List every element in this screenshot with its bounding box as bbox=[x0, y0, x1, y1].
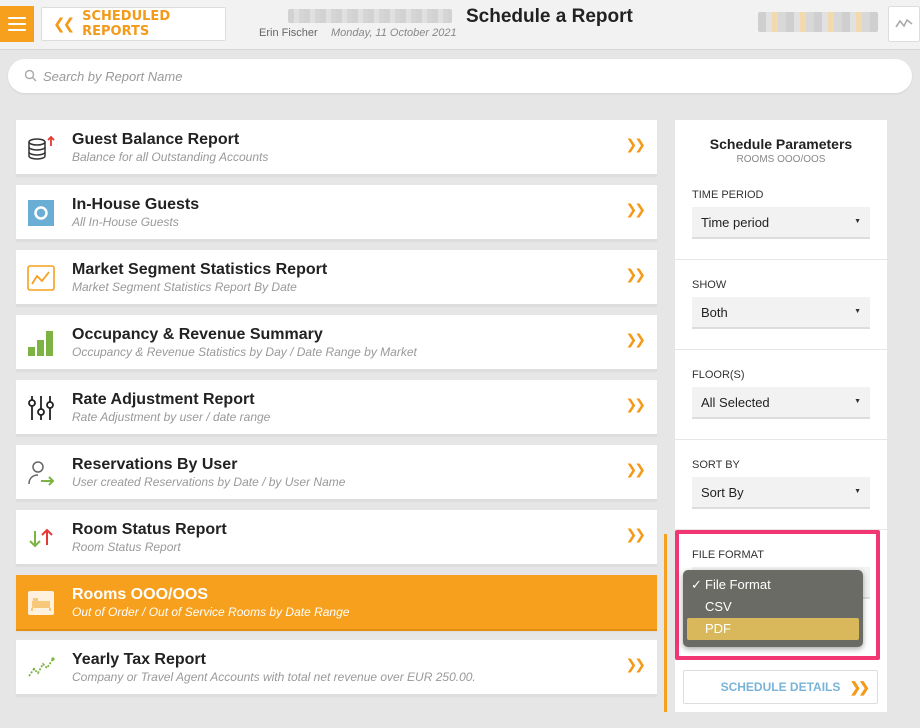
time-period-value: Time period bbox=[701, 214, 770, 230]
report-item-in-house-guests[interactable]: In-House Guests All In-House Guests ❯❯ bbox=[16, 185, 657, 241]
caret-down-icon: ▼ bbox=[854, 218, 861, 225]
report-subtitle: Balance for all Outstanding Accounts bbox=[72, 150, 269, 164]
report-title: Guest Balance Report bbox=[72, 131, 240, 148]
option-label: CSV bbox=[705, 599, 732, 614]
report-subtitle: Rate Adjustment by user / date range bbox=[72, 410, 271, 424]
report-title: Yearly Tax Report bbox=[72, 651, 206, 668]
checkmark-icon: ✓ bbox=[691, 577, 702, 592]
floors-select[interactable]: All Selected ▼ bbox=[692, 387, 870, 419]
scroll-indicator bbox=[664, 534, 667, 712]
double-chevron-right-icon: ❯❯ bbox=[625, 462, 647, 478]
double-chevron-right-icon: ❯❯ bbox=[625, 267, 647, 283]
double-chevron-right-icon: ❯❯ bbox=[625, 332, 647, 348]
back-button-label: SCHEDULED REPORTS bbox=[82, 9, 171, 39]
floors-label: FLOOR(S) bbox=[692, 369, 745, 381]
report-title: Occupancy & Revenue Summary bbox=[72, 326, 323, 343]
report-subtitle: All In-House Guests bbox=[72, 215, 179, 229]
report-item-yearly-tax[interactable]: Yearly Tax Report Company or Travel Agen… bbox=[16, 640, 657, 696]
option-label: File Format bbox=[705, 577, 771, 592]
schedule-details-label: SCHEDULE DETAILS bbox=[720, 680, 841, 694]
business-date: Monday, 11 October 2021 bbox=[331, 27, 457, 39]
show-select[interactable]: Both ▼ bbox=[692, 297, 870, 329]
report-title: Rate Adjustment Report bbox=[72, 391, 255, 408]
divider bbox=[675, 439, 887, 440]
redacted-hotel-name bbox=[288, 9, 452, 23]
panel-subtitle: ROOMS OOO/OOS bbox=[736, 154, 826, 165]
time-period-label: TIME PERIOD bbox=[692, 189, 764, 201]
search-icon bbox=[24, 67, 37, 86]
panel-title: Schedule Parameters bbox=[709, 136, 853, 152]
line-chart-icon bbox=[26, 263, 56, 293]
report-title: Reservations By User bbox=[72, 456, 238, 473]
option-label: PDF bbox=[705, 621, 731, 636]
up-down-arrows-icon bbox=[26, 523, 56, 553]
search-bar[interactable] bbox=[8, 59, 912, 93]
report-item-rooms-ooo-oos[interactable]: Rooms OOO/OOS Out of Order / Out of Serv… bbox=[16, 575, 657, 631]
caret-down-icon: ▼ bbox=[854, 308, 861, 315]
report-item-guest-balance[interactable]: Guest Balance Report Balance for all Out… bbox=[16, 120, 657, 176]
app-header: ❮❮ SCHEDULED REPORTS Erin Fischer Monday… bbox=[0, 0, 920, 50]
caret-down-icon: ▼ bbox=[854, 398, 861, 405]
user-arrow-icon bbox=[26, 458, 56, 488]
report-subtitle: Company or Travel Agent Accounts with to… bbox=[72, 670, 476, 684]
caret-down-icon: ▼ bbox=[854, 488, 861, 495]
double-chevron-right-icon: ❯❯ bbox=[625, 137, 647, 153]
bar-chart-icon bbox=[26, 328, 56, 358]
double-chevron-right-icon: ❯❯ bbox=[625, 202, 647, 218]
report-title: Room Status Report bbox=[72, 521, 227, 538]
time-period-select[interactable]: Time period ▼ bbox=[692, 207, 870, 239]
double-chevron-right-icon: ❯❯ bbox=[625, 397, 647, 413]
divider bbox=[675, 349, 887, 350]
report-subtitle: Room Status Report bbox=[72, 540, 181, 554]
user-name: Erin Fischer bbox=[259, 27, 318, 39]
double-chevron-right-icon: ❯❯ bbox=[625, 527, 647, 543]
bed-icon bbox=[26, 588, 56, 618]
divider bbox=[675, 259, 887, 260]
report-title: Market Segment Statistics Report bbox=[72, 261, 328, 278]
redacted-logo bbox=[758, 12, 878, 32]
in-house-icon bbox=[26, 198, 56, 228]
report-subtitle: Occupancy & Revenue Statistics by Day / … bbox=[72, 345, 417, 359]
coins-icon bbox=[26, 133, 56, 163]
option-file-format[interactable]: ✓ File Format bbox=[683, 574, 863, 596]
report-item-market-segment[interactable]: Market Segment Statistics Report Market … bbox=[16, 250, 657, 306]
option-csv[interactable]: CSV bbox=[683, 596, 863, 618]
floors-value: All Selected bbox=[701, 394, 770, 410]
report-subtitle: Out of Order / Out of Service Rooms by D… bbox=[72, 605, 350, 619]
show-value: Both bbox=[701, 304, 728, 320]
report-item-reservations-by-user[interactable]: Reservations By User User created Reserv… bbox=[16, 445, 657, 501]
sliders-icon bbox=[26, 393, 56, 423]
schedule-details-button[interactable]: SCHEDULE DETAILS ❯❯ bbox=[683, 670, 878, 704]
search-input[interactable] bbox=[43, 68, 883, 84]
report-title: Rooms OOO/OOS bbox=[72, 586, 209, 603]
report-item-occupancy-revenue[interactable]: Occupancy & Revenue Summary Occupancy & … bbox=[16, 315, 657, 371]
double-chevron-right-icon: ❯❯ bbox=[849, 679, 871, 695]
activity-chart-icon[interactable] bbox=[888, 6, 920, 42]
report-list: Guest Balance Report Balance for all Out… bbox=[16, 120, 657, 705]
show-label: SHOW bbox=[692, 279, 727, 291]
double-chevron-left-icon: ❮❮ bbox=[53, 15, 75, 33]
page-title: Schedule a Report bbox=[466, 6, 633, 27]
file-format-dropdown[interactable]: ✓ File Format CSV PDF bbox=[683, 570, 863, 647]
trend-icon bbox=[26, 653, 56, 683]
sort-by-select[interactable]: Sort By ▼ bbox=[692, 477, 870, 509]
report-subtitle: Market Segment Statistics Report By Date bbox=[72, 280, 297, 294]
double-chevron-right-icon: ❯❯ bbox=[625, 657, 647, 673]
report-item-room-status[interactable]: Room Status Report Room Status Report ❯❯ bbox=[16, 510, 657, 566]
report-subtitle: User created Reservations by Date / by U… bbox=[72, 475, 346, 489]
sort-by-label: SORT BY bbox=[692, 459, 740, 471]
report-item-rate-adjustment[interactable]: Rate Adjustment Report Rate Adjustment b… bbox=[16, 380, 657, 436]
hamburger-menu-icon[interactable] bbox=[0, 6, 34, 42]
sort-by-value: Sort By bbox=[701, 484, 744, 500]
scheduled-reports-back-button[interactable]: ❮❮ SCHEDULED REPORTS bbox=[41, 7, 226, 41]
report-title: In-House Guests bbox=[72, 196, 200, 213]
option-pdf[interactable]: PDF bbox=[687, 618, 859, 640]
